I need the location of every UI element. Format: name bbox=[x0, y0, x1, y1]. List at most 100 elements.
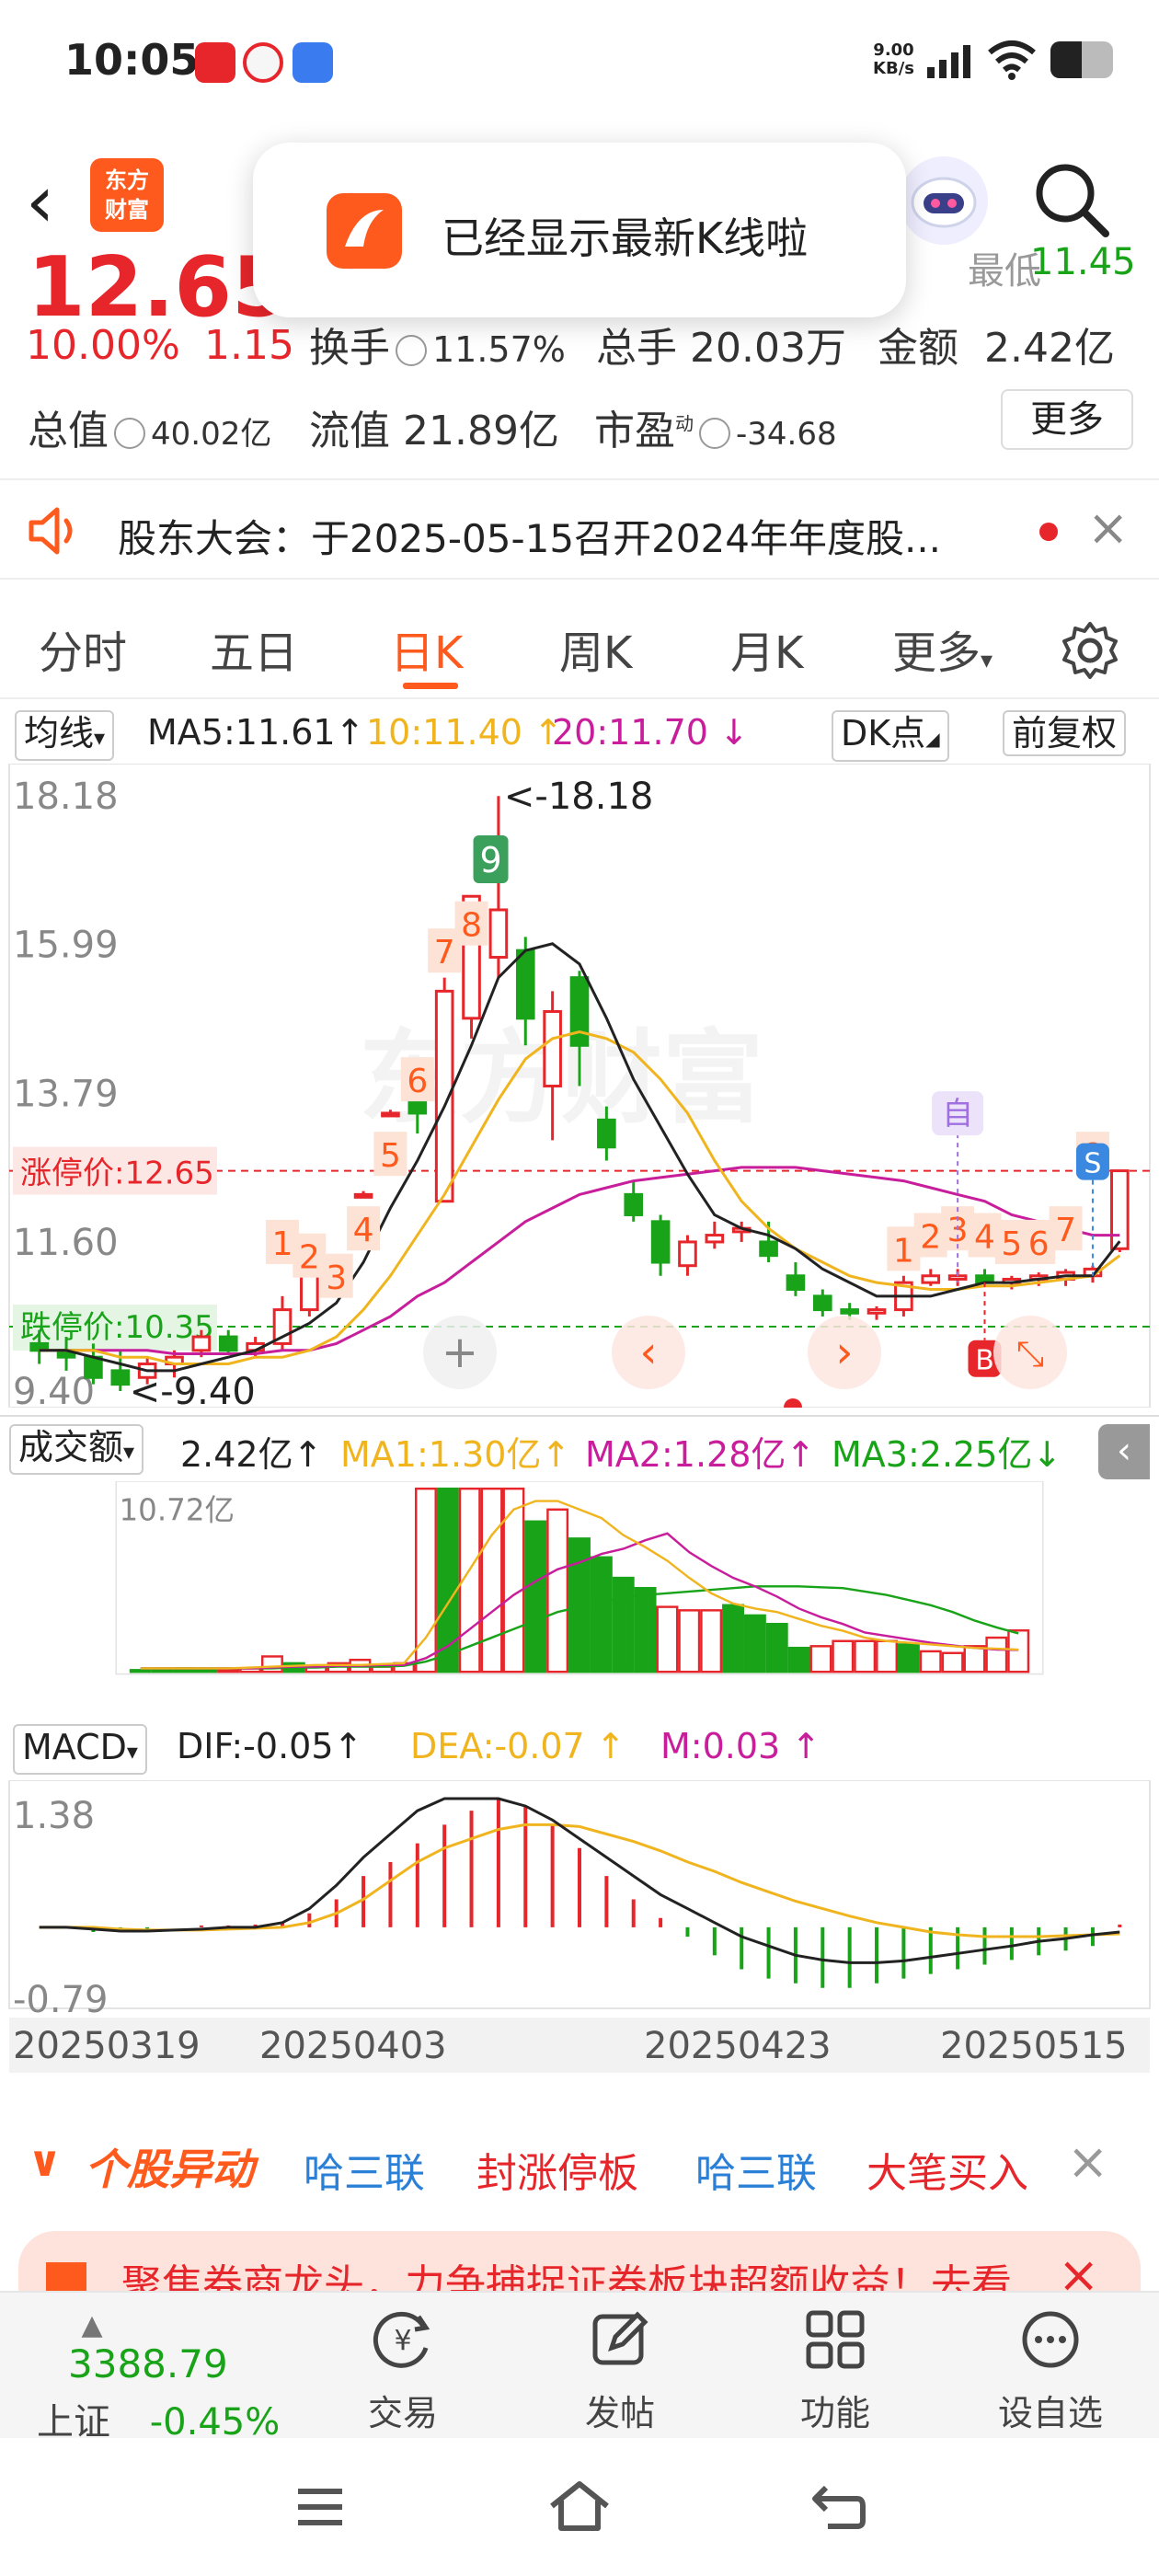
event-item[interactable]: 哈三联 bbox=[304, 2140, 425, 2199]
nav-watchlist[interactable]: 设自选 bbox=[986, 2307, 1115, 2435]
volume-bar bbox=[217, 1669, 240, 1673]
promo-banner[interactable]: 聚焦券商龙头，力争捕捉证券板块超额收益！去看 × bbox=[18, 2231, 1141, 2295]
event-item[interactable]: 大笔买入 bbox=[866, 2140, 1028, 2199]
kline-chart[interactable]: 18.1815.9913.7911.609.40东方财富涨停价:12.65跌停价… bbox=[0, 764, 1159, 1408]
macd-dif-text: DIF:-0.05 bbox=[177, 1726, 334, 1766]
nav-post[interactable]: 发帖 bbox=[556, 2307, 684, 2435]
ma20-value: 20:11.70 ↓ bbox=[552, 712, 749, 753]
volume-bar bbox=[590, 1556, 613, 1673]
settings-gear-icon[interactable] bbox=[1058, 618, 1122, 683]
candle-body bbox=[678, 1240, 697, 1268]
info-icon[interactable] bbox=[114, 418, 145, 449]
volume-bar bbox=[985, 1636, 1008, 1673]
event-item[interactable]: 哈三联 bbox=[695, 2140, 817, 2199]
vol-ma2: MA2:1.28亿↑ bbox=[585, 1434, 816, 1475]
y-tick-label: 11.60 bbox=[13, 1222, 119, 1264]
close-icon[interactable]: × bbox=[1058, 2246, 1099, 2295]
vol-ma3: MA3:2.25亿↓ bbox=[832, 1434, 1062, 1475]
app-notification-icon-3 bbox=[293, 42, 333, 83]
turnover-block: 换手 11.57% bbox=[309, 315, 566, 374]
toast-app-icon bbox=[327, 193, 402, 269]
vol-ma1-text: MA1:1.30亿 bbox=[340, 1434, 542, 1475]
tab-more[interactable]: 更多▾ bbox=[892, 616, 993, 681]
indicator-select[interactable]: 均线▾ bbox=[15, 710, 115, 761]
amount-label: 金额 bbox=[878, 325, 958, 372]
mktcap-label: 总值 bbox=[28, 408, 109, 454]
logo-line2: 财富 bbox=[105, 197, 149, 223]
turnover-label: 换手 bbox=[309, 325, 390, 372]
assistant-robot-icon[interactable] bbox=[900, 156, 988, 245]
volume-bar bbox=[876, 1639, 898, 1673]
divider bbox=[0, 1415, 1159, 1417]
dk-point-button[interactable]: DK点◢ bbox=[832, 710, 949, 762]
nav-trade-label: 交易 bbox=[367, 2393, 438, 2433]
candle-body bbox=[759, 1240, 778, 1258]
pe-sup: 动 bbox=[675, 412, 694, 435]
pe-label: 市盈 bbox=[594, 408, 675, 454]
pe-block: 市盈动 -34.68 bbox=[594, 397, 837, 456]
notice-bar[interactable]: 股东大会：于2025-05-15召开2024年年度股... × bbox=[0, 478, 1159, 580]
volume-bar bbox=[678, 1609, 701, 1673]
date-tick-label: 20250423 bbox=[644, 2025, 832, 2067]
dk-label: DK点 bbox=[841, 713, 926, 753]
tab-rik[interactable]: 日K bbox=[390, 616, 463, 681]
y-tick-label: 13.79 bbox=[13, 1074, 119, 1116]
pe-value: -34.68 bbox=[736, 416, 837, 453]
back-icon[interactable]: ‹ bbox=[26, 166, 54, 239]
candle-body bbox=[705, 1234, 725, 1244]
info-icon[interactable] bbox=[396, 335, 427, 366]
nav-function[interactable]: 功能 bbox=[771, 2307, 900, 2435]
low-label: <-9.40 bbox=[130, 1371, 256, 1408]
bottom-nav: ▲ 3388.79 上证 -0.45% ¥ 交易 发帖 功能 设自选 bbox=[0, 2291, 1159, 2444]
chart-control-icon: › bbox=[835, 1327, 853, 1378]
candle-body bbox=[84, 1355, 103, 1379]
buy-badge-label: B bbox=[975, 1345, 994, 1377]
volume-bar bbox=[809, 1645, 832, 1673]
macd-dif: DIF:-0.05↑ bbox=[177, 1726, 363, 1766]
home-icon[interactable] bbox=[546, 2478, 613, 2534]
vol-value: 2.42亿↑ bbox=[180, 1434, 323, 1475]
event-item[interactable]: 封涨停板 bbox=[476, 2140, 638, 2199]
app-notification-icon bbox=[195, 42, 235, 83]
ma5-text: MA5:11.61 bbox=[147, 712, 336, 753]
amount-value: 2.42亿 bbox=[983, 325, 1115, 372]
volume-select[interactable]: 成交额▾ bbox=[9, 1424, 144, 1475]
volume-bar bbox=[941, 1651, 964, 1673]
date-tick-label: 20250403 bbox=[259, 2025, 447, 2067]
chart-control-icon: ‹ bbox=[639, 1327, 657, 1378]
candle-body bbox=[921, 1274, 941, 1284]
status-time: 10:05 bbox=[64, 35, 200, 85]
tab-fenshi[interactable]: 分时 bbox=[39, 616, 127, 681]
info-icon[interactable] bbox=[699, 418, 730, 449]
change-amount: 1.15 bbox=[204, 322, 294, 369]
nav-trade[interactable]: ¥ 交易 bbox=[339, 2307, 467, 2435]
notice-text: 股东大会：于2025-05-15召开2024年年度股... bbox=[118, 516, 942, 561]
candle-body bbox=[786, 1274, 806, 1291]
tab-wuri[interactable]: 五日 bbox=[210, 616, 298, 681]
high-label: <-18.18 bbox=[504, 776, 653, 818]
chevron-down-icon[interactable]: ∨ bbox=[28, 2136, 62, 2186]
search-icon[interactable] bbox=[1030, 158, 1113, 241]
macd-select[interactable]: MACD▾ bbox=[13, 1724, 147, 1775]
index-ticker[interactable]: ▲ 3388.79 上证 -0.45% bbox=[37, 2309, 280, 2445]
ma10-text: 10:11.40 bbox=[366, 712, 522, 753]
menu-icon[interactable] bbox=[293, 2484, 348, 2530]
tab-yuek[interactable]: 月K bbox=[730, 616, 803, 681]
close-icon[interactable]: × bbox=[1067, 2133, 1108, 2191]
collapse-panel-button[interactable]: ‹ bbox=[1098, 1424, 1150, 1479]
vol-ma2-text: MA2:1.28亿 bbox=[585, 1434, 786, 1475]
back-nav-icon[interactable] bbox=[809, 2480, 868, 2532]
svg-text:¥: ¥ bbox=[394, 2325, 411, 2357]
ma10-value: 10:11.40 ↑ bbox=[366, 712, 563, 753]
y-tick-label: 15.99 bbox=[13, 925, 119, 967]
indicator-select-label: 均线 bbox=[24, 713, 95, 753]
tab-zhouk[interactable]: 周K bbox=[559, 616, 632, 681]
volume-label: 总手 bbox=[596, 325, 677, 372]
tab-more-label: 更多 bbox=[892, 627, 981, 679]
adjust-button[interactable]: 前复权 bbox=[1003, 710, 1127, 756]
close-icon[interactable]: × bbox=[1087, 499, 1129, 557]
candle-body bbox=[1110, 1169, 1130, 1250]
more-button[interactable]: 更多 bbox=[1001, 389, 1133, 450]
net-speed-value: 9.00 bbox=[873, 40, 914, 60]
y-tick-label: 10.72亿 bbox=[120, 1492, 235, 1527]
